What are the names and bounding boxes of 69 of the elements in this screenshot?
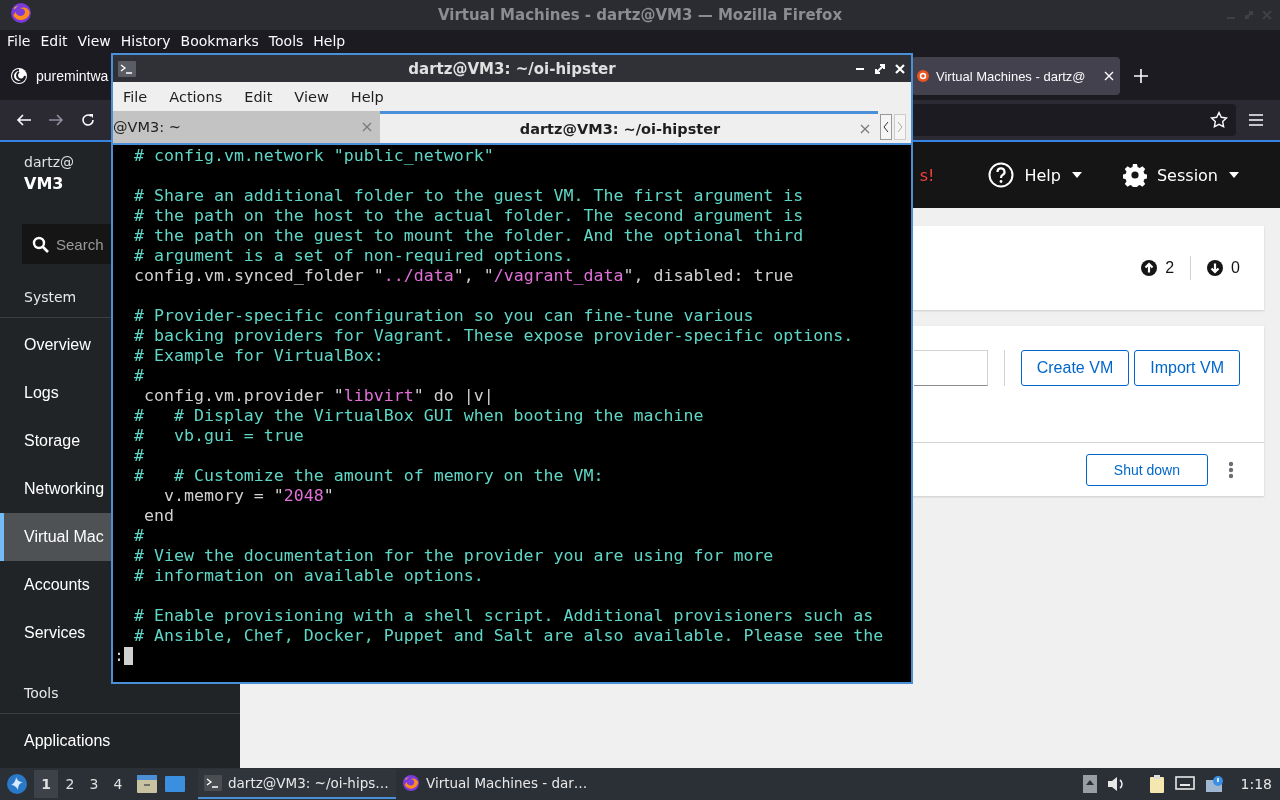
alert-text: s! — [919, 165, 935, 185]
code-line: # View the documentation for the provider you are using for more — [132, 546, 775, 566]
window-title: dartz@VM3: ~/oi-hipster — [408, 59, 616, 78]
menu-item[interactable]: Help — [343, 88, 391, 105]
code-line: config.vm.synced_folder "../data", "/vagrant_data", disabled: true — [132, 266, 795, 286]
search-field[interactable]: Search — [22, 224, 111, 264]
code-line: config.vm.provider "libvirt" do |v| — [142, 386, 495, 406]
menu-item[interactable]: Help — [308, 33, 351, 49]
code-line: # vb.gui = true — [132, 426, 305, 446]
workspace-button[interactable]: 2 — [58, 770, 82, 798]
menu-item[interactable]: View — [287, 88, 336, 105]
workspace-button[interactable]: 4 — [106, 770, 130, 798]
shut-down-button[interactable]: Shut down — [1085, 453, 1208, 486]
nav-item[interactable]: Overview — [0, 321, 111, 369]
menu-item[interactable]: Edit — [35, 33, 73, 49]
code-line: # # Customize the amount of memory on the VM: — [132, 466, 605, 486]
workspace-button[interactable]: 3 — [82, 770, 106, 798]
code-line: # the path on the guest to mount the folder. And the optional third — [132, 226, 805, 246]
pager-prompt: : — [114, 646, 124, 666]
nav-item[interactable]: Networking — [0, 465, 111, 513]
code-line: # Example for VirtualBox: — [132, 346, 385, 366]
nav-item[interactable]: Storage — [0, 417, 111, 465]
session-menu[interactable]: Session — [1122, 163, 1240, 187]
menu-item[interactable]: History — [115, 33, 176, 49]
code-line: # config.vm.network "public_network" — [132, 146, 495, 166]
clock: 1:18 — [1240, 776, 1272, 792]
menu-item[interactable]: Bookmarks — [175, 33, 264, 49]
terminal-tab[interactable]: @VM3: ~ — [113, 111, 380, 145]
code-line: v.memory = "2048" — [162, 486, 335, 506]
host-user: dartz@ — [24, 154, 75, 170]
nav-item[interactable]: Services — [0, 609, 111, 657]
code-line: # argument is a set of non-required options. — [132, 246, 575, 266]
help-menu[interactable]: Help — [988, 162, 1083, 188]
toolbar-button[interactable]: Create VM — [1020, 350, 1130, 386]
menu-item[interactable]: Edit — [237, 88, 280, 105]
code-line: # # Display the VirtualBox GUI when booting the machine — [132, 406, 705, 426]
stopped-count: 0 — [1231, 259, 1240, 277]
code-line: # — [132, 446, 145, 466]
host-name: VM3 — [24, 174, 64, 193]
nav-item[interactable]: Accounts — [0, 561, 111, 609]
code-line: # Share an additional folder to the guest VM. The first argument is — [132, 186, 805, 206]
code-line: # the path on the host to the actual folder. The second argument is — [132, 206, 805, 226]
menu-item[interactable]: Actions — [162, 88, 230, 105]
nav-item[interactable]: Logs — [0, 369, 111, 417]
code-line: # backing providers for Vagrant. These expose provider-specific options. — [132, 326, 855, 346]
section-label: Tools — [24, 685, 59, 701]
code-line: # — [132, 366, 145, 386]
code-line: # — [132, 526, 145, 546]
browser-tab[interactable]: Virtual Machines - dartz@ — [912, 57, 1120, 95]
nav-item[interactable]: Virtual Mac — [0, 513, 111, 561]
browser-tab[interactable]: puremintwa — [0, 57, 111, 95]
window-title: Virtual Machines - dartz@VM3 — Mozilla Firefox — [437, 6, 843, 24]
taskbar-task[interactable]: dartz@VM3: ~/oi-hips… — [198, 769, 396, 799]
menu-item[interactable]: File — [2, 33, 36, 49]
code-line: # Enable provisioning with a shell script. Additional provisioners such as — [132, 606, 875, 626]
code-line: # Provider-specific configuration so you can fine-tune various — [132, 306, 755, 326]
running-count: 2 — [1165, 259, 1175, 277]
workspace-button[interactable]: 1 — [34, 770, 58, 798]
toolbar-button[interactable]: Import VM — [1134, 350, 1240, 386]
menu-item[interactable]: Tools — [263, 33, 309, 49]
code-line: # Ansible, Chef, Docker, Puppet and Salt are also available. Please see the — [132, 626, 885, 646]
menu-item[interactable]: File — [116, 88, 155, 105]
section-label: System — [24, 289, 77, 305]
nav-item[interactable]: Applications — [0, 717, 111, 765]
menu-item[interactable]: View — [72, 33, 116, 49]
terminal-tab[interactable]: dartz@VM3: ~/oi-hipster — [380, 111, 878, 145]
code-line: end — [142, 506, 175, 526]
taskbar-task[interactable]: Virtual Machines - dar… — [396, 769, 594, 799]
code-line: # information on available options. — [132, 566, 485, 586]
